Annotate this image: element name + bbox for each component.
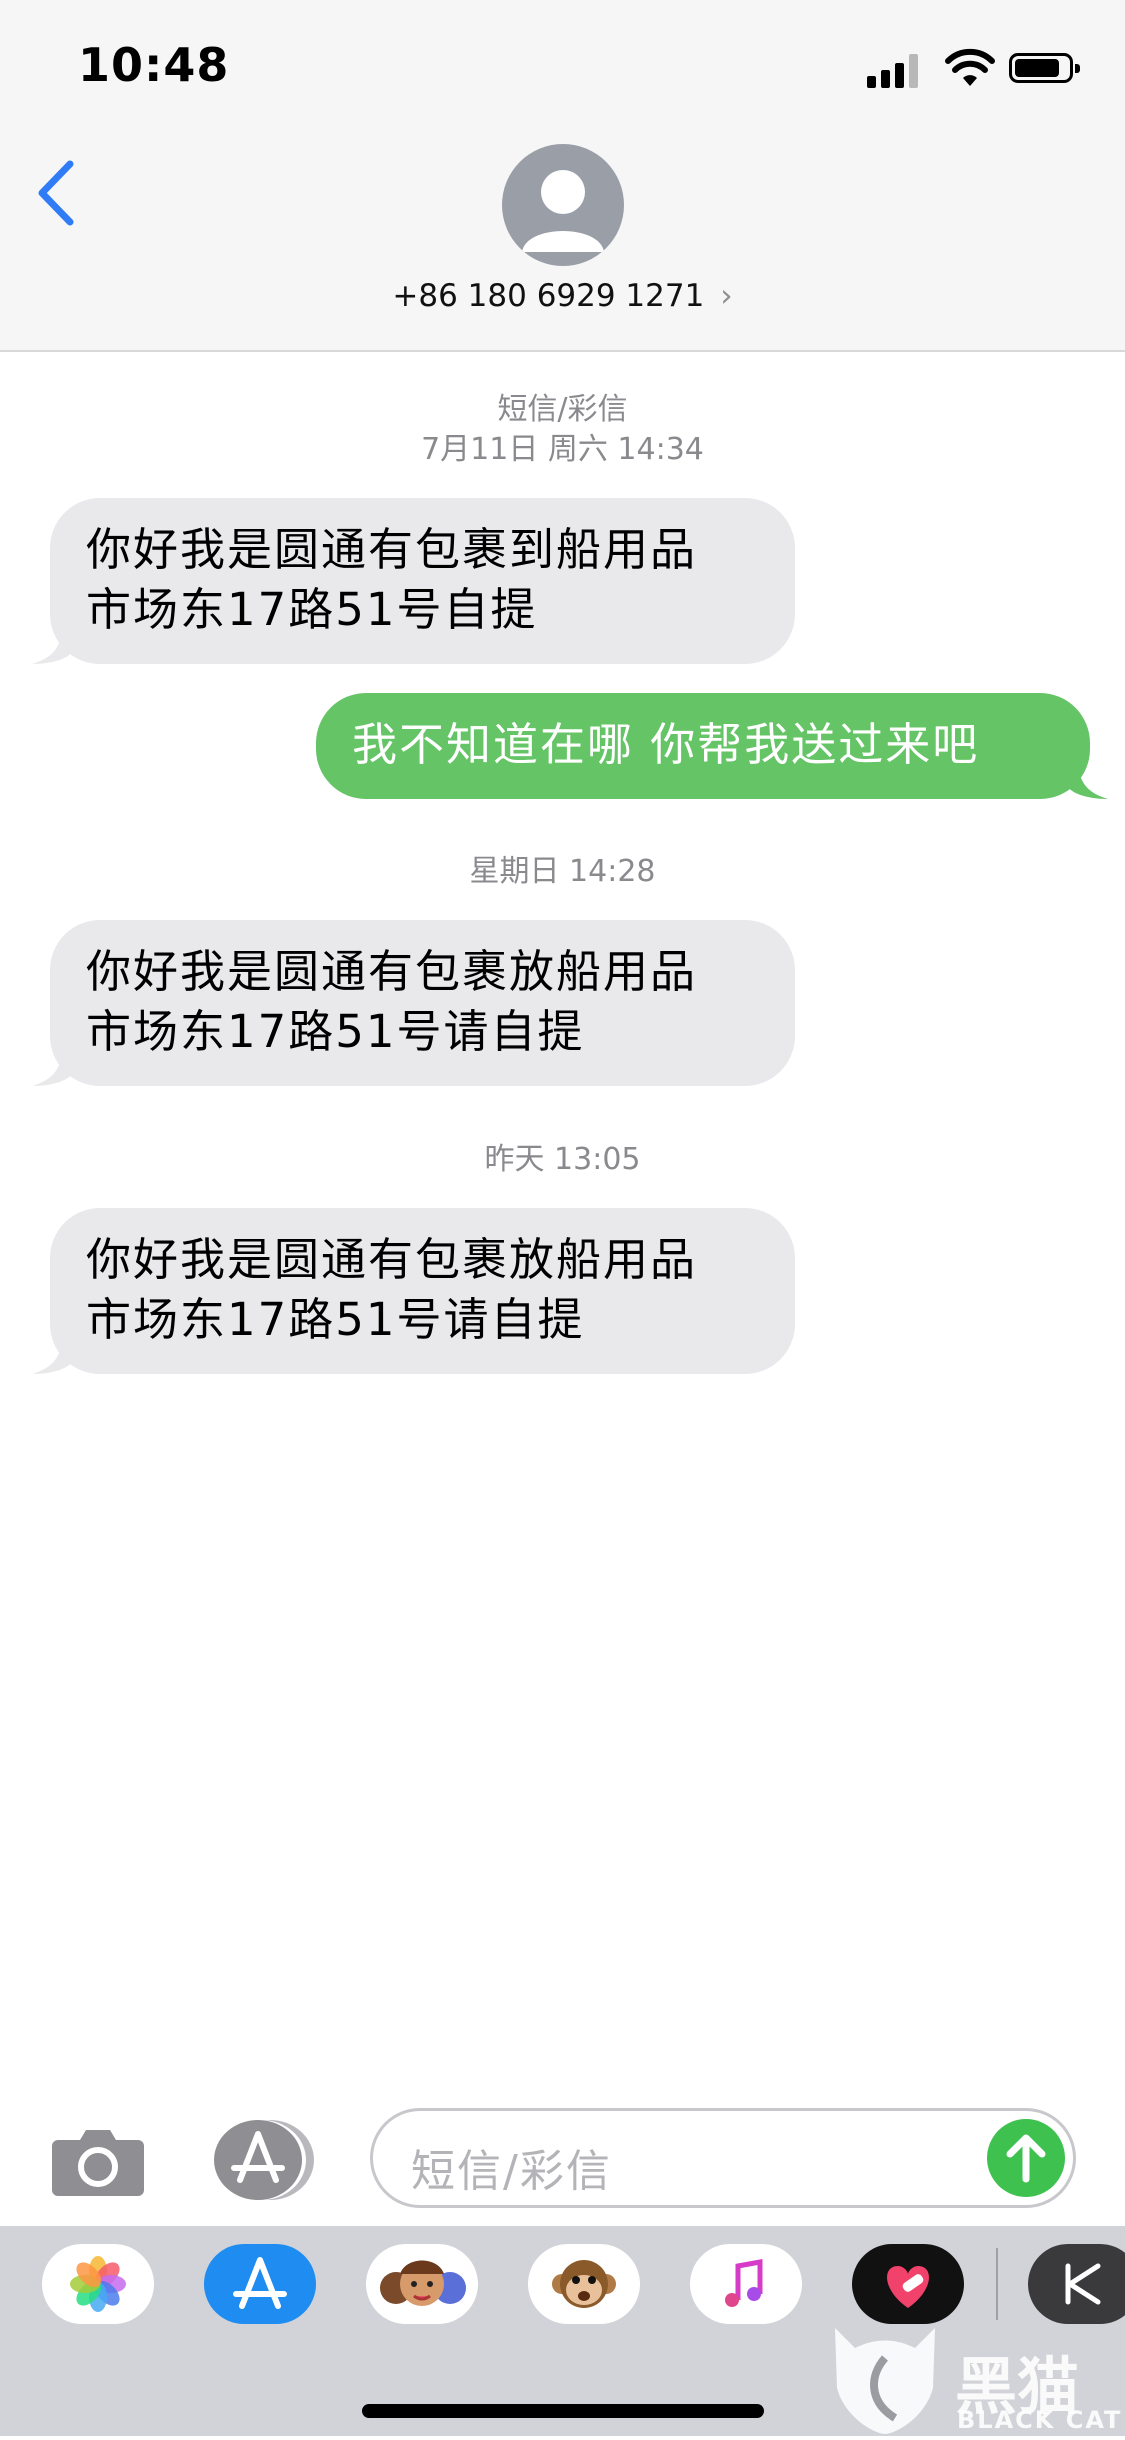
bubble-tail (1068, 759, 1108, 799)
input-placeholder: 短信/彩信 (411, 2146, 612, 2197)
chevron-right-icon: › (720, 278, 733, 314)
k-app-icon[interactable] (1028, 2244, 1125, 2324)
drawer-divider (996, 2248, 998, 2320)
contact-number: +86 180 6929 1271 (392, 278, 705, 314)
heart-app-icon[interactable] (852, 2244, 964, 2324)
message-input[interactable]: 短信/彩信 (370, 2108, 1076, 2208)
arrow-up-icon (1006, 2134, 1046, 2183)
camera-icon[interactable] (50, 2126, 146, 2198)
timestamp: 昨天 13:05 (484, 1142, 641, 1177)
wifi-icon (945, 48, 995, 86)
incoming-message-bubble[interactable]: 你好我是圆通有包裹放船用品 市场东17路51号请自提 (32, 1208, 795, 1374)
message-text-line: 市场东17路51号自提 (86, 583, 538, 636)
bubble-tail (32, 624, 72, 664)
message-text-line: 你好我是圆通有包裹到船用品 (86, 523, 698, 576)
cat-logo-icon (835, 2328, 935, 2434)
app-store-button-icon[interactable] (208, 2118, 318, 2202)
timestamp: 7月11日 周六 14:34 (421, 432, 704, 467)
incoming-message-bubble[interactable]: 你好我是圆通有包裹放船用品 市场东17路51号请自提 (32, 920, 795, 1086)
music-icon[interactable] (690, 2244, 802, 2324)
bubble-tail (32, 1334, 72, 1374)
signal-icon (867, 52, 921, 88)
timestamp: 星期日 14:28 (469, 854, 656, 889)
bubble-tail (32, 1046, 72, 1086)
status-time: 10:48 (78, 38, 230, 92)
watermark-subtext: BLACK CAT (957, 2406, 1123, 2434)
message-text-line: 你好我是圆通有包裹放船用品 (86, 1233, 698, 1286)
message-type-label: 短信/彩信 (497, 392, 628, 427)
photos-icon[interactable] (42, 2244, 154, 2324)
person-icon (522, 170, 604, 252)
message-text-line: 你好我是圆通有包裹放船用品 (86, 945, 698, 998)
status-icons (851, 46, 1081, 90)
home-indicator[interactable] (362, 2404, 764, 2418)
conversation-header: 10:48 +86 180 6929 1271 › (0, 0, 1125, 352)
black-cat-watermark: 黑猫 BLACK CAT (825, 2318, 1125, 2436)
animoji-monkey-icon[interactable] (528, 2244, 640, 2324)
back-chevron-icon[interactable] (32, 158, 82, 228)
incoming-message-bubble[interactable]: 你好我是圆通有包裹到船用品 市场东17路51号自提 (32, 498, 795, 664)
outgoing-message-bubble[interactable]: 我不知道在哪 你帮我送过来吧 (316, 693, 1108, 799)
contact-name-row[interactable]: +86 180 6929 1271 › (0, 278, 1125, 314)
message-text-line: 市场东17路51号请自提 (86, 1293, 585, 1346)
message-text: 我不知道在哪 你帮我送过来吧 (352, 718, 980, 771)
send-button[interactable] (987, 2119, 1065, 2197)
contact-avatar[interactable] (502, 144, 624, 266)
battery-icon (1009, 53, 1080, 83)
message-text-line: 市场东17路51号请自提 (86, 1005, 585, 1058)
app-store-icon[interactable] (204, 2244, 316, 2324)
memoji-icon[interactable] (366, 2244, 478, 2324)
